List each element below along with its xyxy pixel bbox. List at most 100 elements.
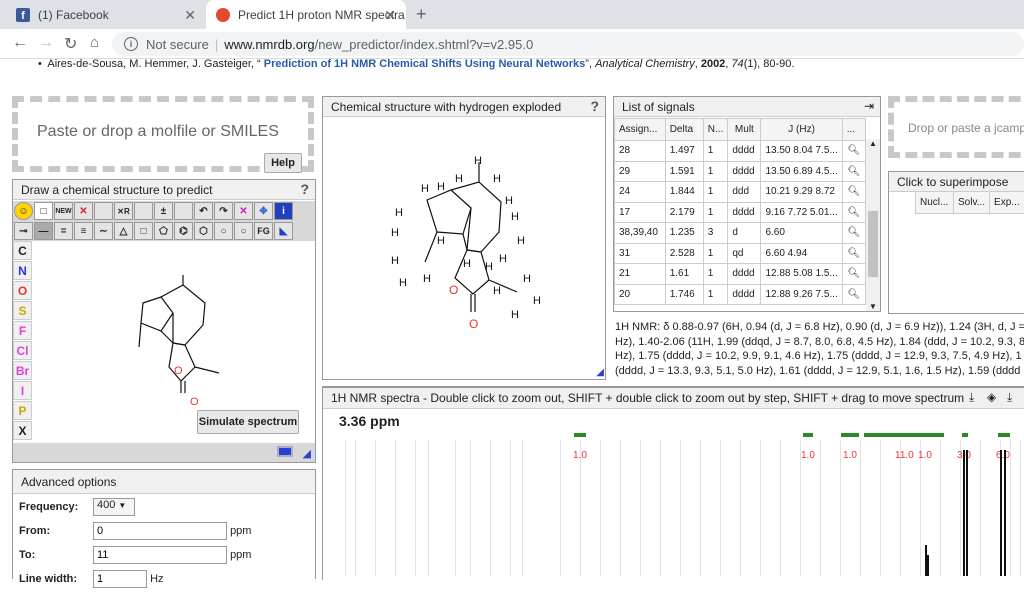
col-j[interactable]: J (Hz): [760, 118, 843, 141]
zoom-icon[interactable]: 🔍︎: [841, 140, 866, 162]
home-icon[interactable]: ⌂: [90, 34, 99, 51]
col-delta[interactable]: Delta: [664, 118, 704, 141]
tab-nmrdb[interactable]: Predict 1H proton NMR spectra ✕: [206, 0, 406, 29]
atom-i[interactable]: I: [13, 381, 32, 400]
atom-p[interactable]: P: [13, 401, 32, 420]
line-width-input[interactable]: [93, 570, 147, 588]
col-assign[interactable]: Assign...: [614, 118, 666, 141]
zoom-icon[interactable]: 🔍︎: [841, 201, 866, 223]
signal-row[interactable]: 31 2.528 1 qd 6.60 4.94 🔍︎: [614, 242, 866, 264]
window-icon[interactable]: [277, 446, 293, 457]
close-tab-icon[interactable]: ✕: [184, 7, 196, 24]
tool-blank[interactable]: [174, 202, 193, 220]
delete-icon[interactable]: ✕: [74, 202, 93, 220]
forward-icon[interactable]: →: [38, 34, 54, 52]
zoom-icon[interactable]: 🔍︎: [841, 181, 866, 203]
info-icon[interactable]: i: [124, 37, 138, 51]
new-button[interactable]: NEW: [54, 202, 73, 220]
export-icon[interactable]: ⇥: [864, 99, 874, 113]
integral-bar[interactable]: [841, 433, 859, 437]
atom-br[interactable]: Br: [13, 361, 32, 380]
download-icon[interactable]: ⤓: [969, 390, 974, 405]
new-tab-icon[interactable]: +: [416, 4, 427, 25]
help-button[interactable]: Help: [264, 153, 302, 173]
scroll-down-icon[interactable]: ▼: [869, 302, 877, 311]
editor-help-icon[interactable]: ?: [300, 181, 309, 197]
atom-c[interactable]: C: [13, 241, 32, 260]
signal-row[interactable]: 29 1.591 1 dddd 13.50 6.89 4.5... 🔍︎: [614, 160, 866, 182]
col-solvent[interactable]: Solv...: [952, 191, 991, 214]
atom-f[interactable]: F: [13, 321, 32, 340]
to-input[interactable]: [93, 546, 227, 564]
zoom-icon[interactable]: 🔍︎: [841, 263, 866, 285]
signal-row[interactable]: 21 1.61 1 dddd 12.88 5.08 1.5... 🔍︎: [614, 263, 866, 285]
url-field[interactable]: i Not secure | www.nmrdb.org/new_predict…: [112, 32, 1024, 56]
double-bond-icon[interactable]: =: [54, 222, 73, 240]
zoom-icon[interactable]: 🔍︎: [841, 160, 866, 182]
smiley-icon[interactable]: ☺: [14, 202, 33, 220]
triple-bond-icon[interactable]: ≡: [74, 222, 93, 240]
signals-scrollbar[interactable]: ▲ ▼: [866, 139, 880, 311]
tab-facebook[interactable]: f (1) Facebook ✕: [0, 0, 206, 29]
redo-icon[interactable]: ↷: [214, 202, 233, 220]
chain-icon[interactable]: ∼: [94, 222, 113, 240]
integral-bar[interactable]: [574, 433, 586, 437]
atom-cl[interactable]: Cl: [13, 341, 32, 360]
wedge-bond-icon[interactable]: ⊸: [14, 222, 33, 240]
frequency-select[interactable]: 400 ▼: [93, 498, 135, 516]
triangle-ring-icon[interactable]: △: [114, 222, 133, 240]
zoom-icon[interactable]: 🔍︎: [841, 222, 866, 244]
col-n[interactable]: N...: [702, 118, 729, 141]
pentagon-ring-icon[interactable]: ⬠: [154, 222, 173, 240]
col-more[interactable]: ...: [841, 118, 866, 141]
signal-row[interactable]: 28 1.497 1 dddd 13.50 8.04 7.5... 🔍︎: [614, 140, 866, 162]
resize-icon[interactable]: ◢: [596, 367, 604, 378]
scroll-up-icon[interactable]: ▲: [869, 139, 877, 148]
delete-r-icon[interactable]: ✕R: [114, 202, 133, 220]
col-experiment[interactable]: Exp...: [989, 191, 1024, 214]
integral-bar[interactable]: [803, 433, 813, 437]
signal-row[interactable]: 24 1.844 1 ddd 10.21 9.29 8.72 🔍︎: [614, 181, 866, 203]
simulate-spectrum-button[interactable]: Simulate spectrum: [197, 410, 299, 434]
scroll-thumb[interactable]: [868, 211, 878, 277]
tool-blank[interactable]: [134, 202, 153, 220]
zoom-icon[interactable]: 🔍︎: [841, 242, 866, 264]
integral-bar[interactable]: [864, 433, 944, 437]
signal-row[interactable]: 38,39,40 1.235 3 d 6.60 🔍︎: [614, 222, 866, 244]
integral-bar[interactable]: [962, 433, 968, 437]
atom-x[interactable]: X: [13, 421, 32, 440]
atom-s[interactable]: S: [13, 301, 32, 320]
move-icon[interactable]: ✥: [254, 202, 273, 220]
undo-icon[interactable]: ↶: [194, 202, 213, 220]
heptagon-ring-icon[interactable]: ○: [214, 222, 233, 240]
col-nucleus[interactable]: Nucl...: [915, 191, 954, 214]
atom-o[interactable]: O: [13, 281, 32, 300]
select-rect-icon[interactable]: □: [34, 202, 53, 220]
close-tab-icon[interactable]: ✕: [384, 7, 396, 24]
zoom-icon[interactable]: 🔍︎: [841, 283, 866, 305]
info-icon[interactable]: i: [274, 202, 293, 220]
charge-icon[interactable]: ±: [154, 202, 173, 220]
clear-icon[interactable]: ✕: [234, 202, 253, 220]
download-icon[interactable]: ⤓: [1007, 390, 1012, 405]
eraser-icon[interactable]: ◈: [987, 390, 996, 404]
signal-row[interactable]: 20 1.746 1 dddd 12.88 9.26 7.5... 🔍︎: [614, 283, 866, 305]
resize-icon[interactable]: ◢: [303, 447, 311, 460]
exploded-help-icon[interactable]: ?: [590, 98, 599, 114]
square-ring-icon[interactable]: □: [134, 222, 153, 240]
ref-title-link[interactable]: Prediction of 1H NMR Chemical Shifts Usi…: [264, 58, 586, 70]
tool-blank[interactable]: [94, 202, 113, 220]
atom-n[interactable]: N: [13, 261, 32, 280]
molecule-drawing[interactable]: O O: [113, 275, 243, 410]
template-icon[interactable]: ◣: [274, 222, 293, 240]
signal-row[interactable]: 17 2.179 1 dddd 9.16 7.72 5.01... 🔍︎: [614, 201, 866, 223]
single-bond-icon[interactable]: —: [34, 222, 53, 240]
integral-bar[interactable]: [998, 433, 1010, 437]
hexagon-ring-icon[interactable]: ⬡: [194, 222, 213, 240]
from-input[interactable]: [93, 522, 227, 540]
benzene-ring-icon[interactable]: ⌬: [174, 222, 193, 240]
reload-icon[interactable]: ↻: [64, 34, 77, 54]
col-mult[interactable]: Mult: [727, 118, 762, 141]
octagon-ring-icon[interactable]: ○: [234, 222, 253, 240]
back-icon[interactable]: ←: [12, 34, 28, 52]
